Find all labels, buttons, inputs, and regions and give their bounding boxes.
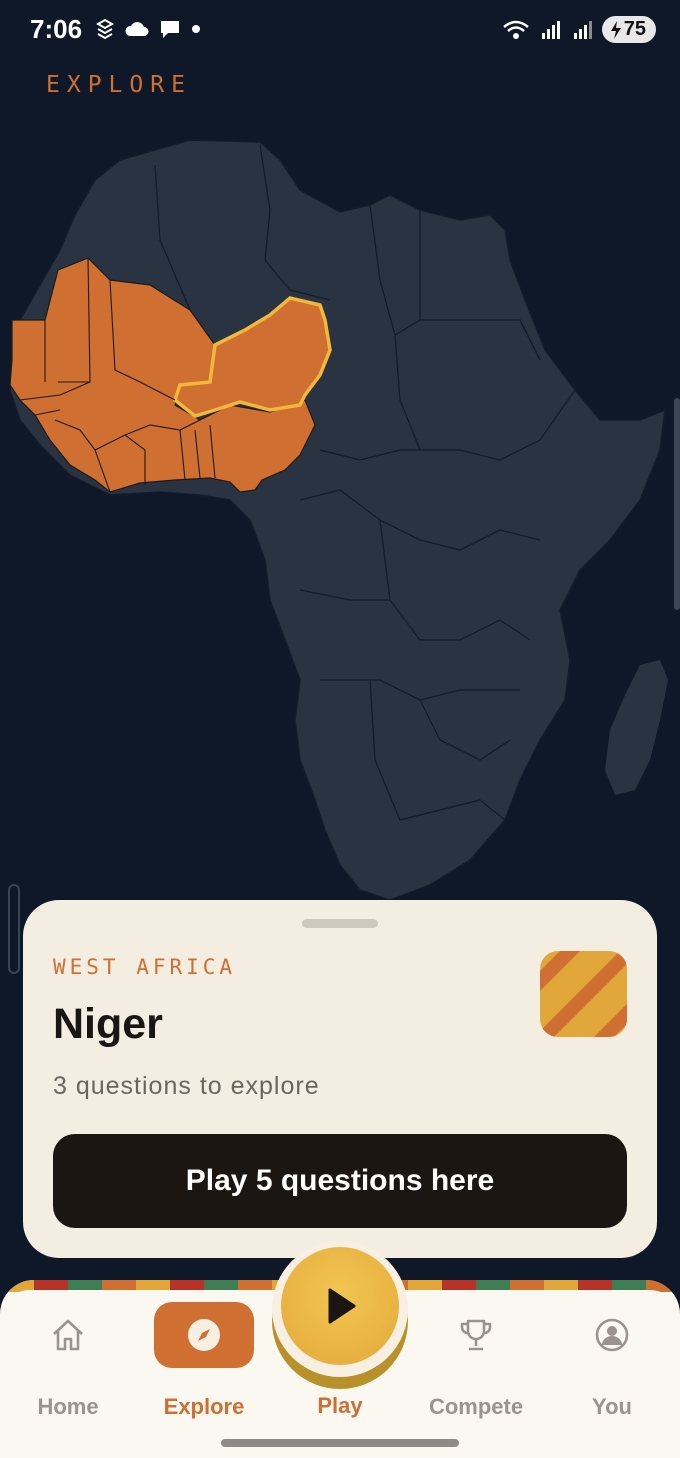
country-title: Niger [53, 1000, 163, 1048]
nav-home-icon-wrap [18, 1302, 118, 1368]
user-icon [595, 1318, 629, 1352]
trophy-icon [460, 1319, 492, 1351]
nav-compete-label: Compete [428, 1394, 524, 1419]
home-indicator[interactable] [221, 1439, 459, 1447]
battery-indicator: 75 [601, 16, 656, 43]
wifi-icon [502, 20, 529, 39]
nav-you[interactable]: You [552, 1302, 672, 1422]
africa-landmass [9, 139, 666, 901]
battery-level: 75 [623, 18, 646, 40]
striped-flag-icon [540, 951, 627, 1037]
drag-handle[interactable] [302, 919, 378, 928]
page-title: EXPLORE [46, 72, 192, 98]
flag-badge [540, 951, 627, 1037]
nav-explore-label: Explore [163, 1394, 245, 1419]
side-scroll-indicator [8, 884, 20, 974]
dot-icon [192, 25, 200, 33]
chat-bubble-icon [161, 21, 179, 38]
nav-you-icon-wrap [562, 1302, 662, 1368]
status-notifications [94, 18, 202, 40]
home-icon [53, 1319, 83, 1351]
nav-explore[interactable]: Explore [144, 1302, 264, 1422]
play-icon [328, 1288, 356, 1324]
country-card: WEST AFRICA Niger 3 questions to explore… [23, 900, 657, 1258]
madagascar [605, 660, 668, 795]
signal-icon [573, 20, 592, 39]
compass-icon [188, 1319, 220, 1351]
play-button-face [281, 1247, 399, 1365]
signal-r-icon [541, 20, 560, 39]
notification-stack-icon [95, 18, 115, 40]
region-label: WEST AFRICA [53, 955, 237, 979]
status-bar: 7:06 75 [0, 0, 680, 62]
battery-charging-icon [610, 20, 621, 39]
nav-home[interactable]: Home [8, 1302, 128, 1422]
nav-compete-icon-wrap [426, 1302, 526, 1368]
africa-map[interactable] [0, 120, 680, 920]
questions-subtitle: 3 questions to explore [53, 1072, 320, 1100]
map-scroll-indicator[interactable] [674, 398, 680, 610]
play-button[interactable]: Play [272, 1241, 408, 1418]
status-time: 7:06 [30, 14, 83, 44]
nav-compete[interactable]: Compete [416, 1302, 536, 1422]
play-here-button[interactable]: Play 5 questions here [53, 1134, 627, 1228]
nav-explore-icon-wrap [154, 1302, 254, 1368]
cloud-icon [125, 22, 149, 36]
nav-play-label: Play [317, 1393, 363, 1418]
status-right: 75 [502, 16, 656, 43]
nav-home-label: Home [37, 1394, 99, 1419]
nav-you-label: You [592, 1394, 632, 1419]
